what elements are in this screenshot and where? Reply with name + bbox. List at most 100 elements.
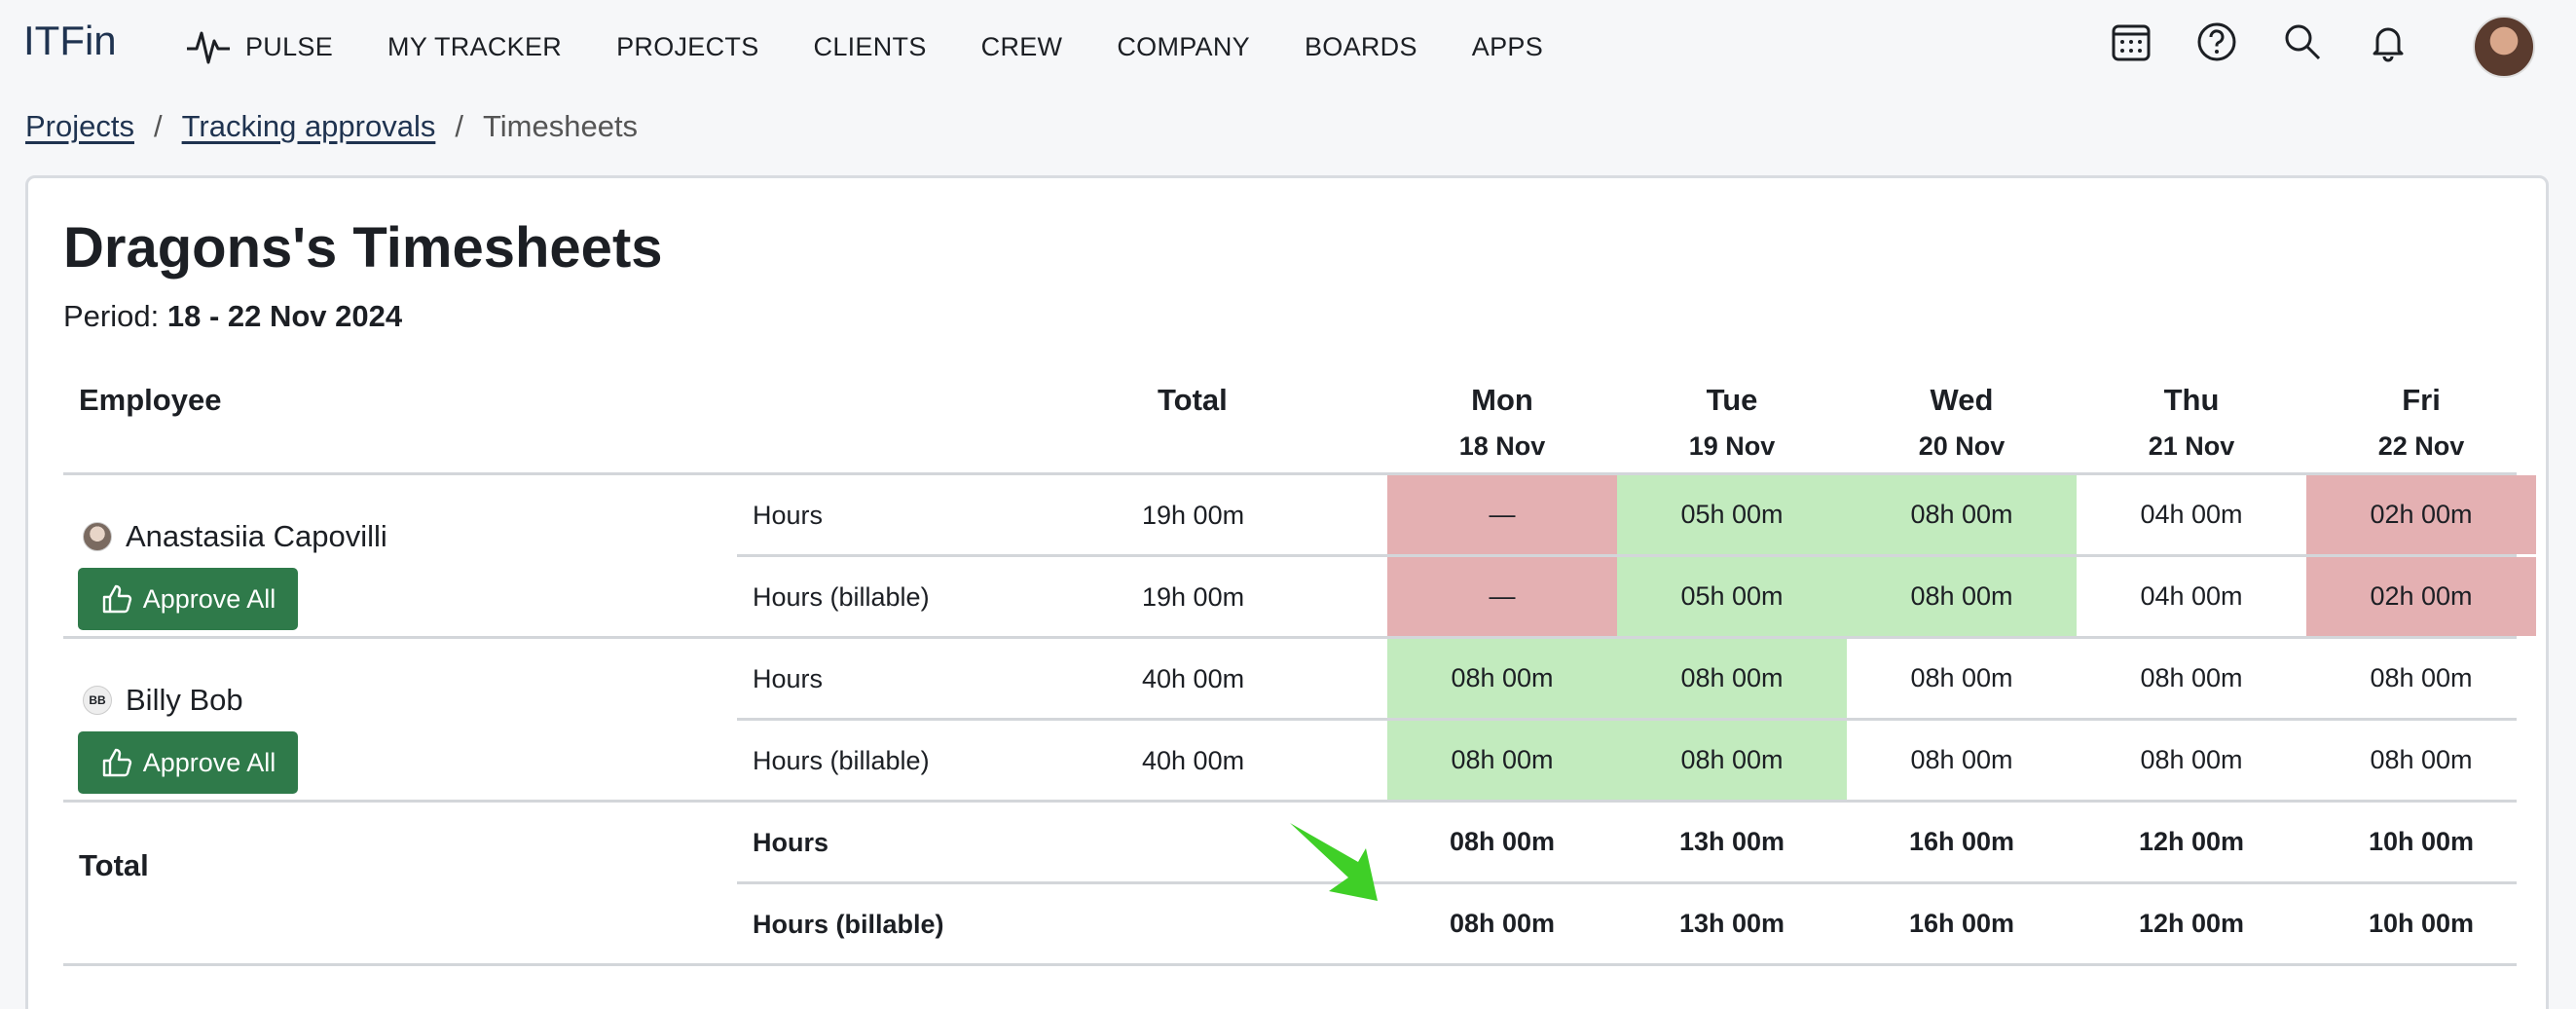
timesheet-cell[interactable]: 08h 00m xyxy=(1617,639,1847,718)
breadcrumb-projects[interactable]: Projects xyxy=(25,109,134,144)
nav-item-boards[interactable]: BOARDS xyxy=(1305,32,1417,62)
row-label: Hours xyxy=(753,664,824,693)
calendar-icon[interactable] xyxy=(2109,19,2153,64)
timesheet-cell[interactable]: 08h 00m xyxy=(2306,721,2536,800)
breadcrumb-separator: / xyxy=(455,109,463,143)
page-title: Dragons's Timesheets xyxy=(63,216,663,280)
header-day-wed: Wed 20 Nov xyxy=(1847,383,2077,462)
header-day-date: 22 Nov xyxy=(2377,431,2465,461)
header-day-name: Wed xyxy=(1930,383,1994,417)
employee-avatar xyxy=(83,522,112,551)
total-cell: 12h 00m xyxy=(2138,827,2245,856)
total-cell: 12h 00m xyxy=(2138,909,2245,938)
header-day-tue: Tue 19 Nov xyxy=(1617,383,1847,462)
row-label: Hours xyxy=(753,501,824,530)
header-day-date: 18 Nov xyxy=(1458,431,1546,461)
total-cell: 10h 00m xyxy=(2368,909,2475,938)
timesheet-cell[interactable]: 08h 00m xyxy=(1387,639,1617,718)
total-cell: 10h 00m xyxy=(2368,827,2475,856)
pulse-icon xyxy=(187,31,230,64)
total-cell: 08h 00m xyxy=(1449,827,1556,856)
timesheet-cell[interactable]: 08h 00m xyxy=(1387,721,1617,800)
period-value: 18 - 22 Nov 2024 xyxy=(166,299,403,333)
timesheet-cell[interactable]: 08h 00m xyxy=(1847,721,2077,800)
header-day-name: Thu xyxy=(2163,383,2220,417)
app-logo[interactable]: ITFin xyxy=(23,18,117,64)
timesheet-cell[interactable]: 04h 00m xyxy=(2077,475,2306,554)
approve-all-label: Approve All xyxy=(142,583,276,614)
nav-menu: PULSE MY TRACKER PROJECTS CLIENTS CREW C… xyxy=(185,27,1598,66)
employee-name[interactable]: BB Billy Bob xyxy=(83,683,243,718)
header-day-date: 20 Nov xyxy=(1918,431,2006,461)
breadcrumb: Projects / Tracking approvals / Timeshee… xyxy=(25,109,638,144)
timesheet-cell[interactable]: — xyxy=(1387,475,1617,554)
timesheet-cell[interactable]: 08h 00m xyxy=(1617,721,1847,800)
timesheet-cell[interactable]: 08h 00m xyxy=(2077,721,2306,800)
row-total: 19h 00m xyxy=(1142,582,1245,612)
timesheet-cell[interactable]: 08h 00m xyxy=(1847,639,2077,718)
approve-all-button[interactable]: Approve All xyxy=(78,568,298,630)
timesheet-cell[interactable]: 08h 00m xyxy=(2077,639,2306,718)
total-cell: 16h 00m xyxy=(1908,909,2015,938)
nav-label-pulse: PULSE xyxy=(245,31,334,61)
breadcrumb-tracking-approvals[interactable]: Tracking approvals xyxy=(182,109,436,144)
employee-name-text: Anastasiia Capovilli xyxy=(126,519,387,553)
breadcrumb-separator: / xyxy=(153,109,163,143)
user-avatar[interactable] xyxy=(2473,16,2535,78)
total-label: Total xyxy=(79,848,149,882)
header-total: Total xyxy=(1158,383,1228,417)
timesheet-cell[interactable]: 08h 00m xyxy=(2306,639,2536,718)
green-arrow-annotation xyxy=(1290,823,1378,901)
nav-item-crew[interactable]: CREW xyxy=(981,32,1063,62)
header-day-fri: Fri 22 Nov xyxy=(2306,383,2536,462)
nav-item-company[interactable]: COMPANY xyxy=(1117,32,1250,62)
nav-item-my-tracker[interactable]: MY TRACKER xyxy=(387,32,562,62)
nav-item-clients[interactable]: CLIENTS xyxy=(814,32,927,62)
timesheet-cell[interactable]: 08h 00m xyxy=(1847,557,2077,636)
breadcrumb-current: Timesheets xyxy=(482,109,639,143)
approve-all-label: Approve All xyxy=(142,747,276,777)
total-cell: 08h 00m xyxy=(1449,909,1556,938)
row-total: 40h 00m xyxy=(1142,746,1245,775)
row-label: Hours (billable) xyxy=(753,746,930,775)
timesheet-cell[interactable]: 08h 00m xyxy=(1847,475,2077,554)
header-day-date: 21 Nov xyxy=(2148,431,2235,461)
bell-icon[interactable] xyxy=(2366,19,2410,64)
row-total: 19h 00m xyxy=(1142,501,1245,530)
period: Period: 18 - 22 Nov 2024 xyxy=(63,299,402,334)
header-day-mon: Mon 18 Nov xyxy=(1387,383,1617,462)
total-cell: 13h 00m xyxy=(1678,909,1785,938)
total-row-label: Hours (billable) xyxy=(753,910,944,939)
header-day-name: Tue xyxy=(1706,383,1758,417)
timesheet-card: Dragons's Timesheets Period: 18 - 22 Nov… xyxy=(25,175,2549,1009)
timesheet-cell[interactable]: 02h 00m xyxy=(2306,557,2536,636)
header-day-thu: Thu 21 Nov xyxy=(2077,383,2306,462)
timesheet-cell[interactable]: 04h 00m xyxy=(2077,557,2306,636)
timesheet-cell[interactable]: 05h 00m xyxy=(1617,475,1847,554)
row-label: Hours (billable) xyxy=(753,582,930,612)
nav-item-apps[interactable]: APPS xyxy=(1472,32,1543,62)
search-icon[interactable] xyxy=(2280,19,2325,64)
approve-all-button[interactable]: Approve All xyxy=(78,731,298,794)
nav-item-projects[interactable]: PROJECTS xyxy=(616,32,758,62)
total-row-label: Hours xyxy=(753,828,829,857)
timesheet-cell[interactable]: 02h 00m xyxy=(2306,475,2536,554)
employee-avatar: BB xyxy=(83,686,112,715)
employee-name[interactable]: Anastasiia Capovilli xyxy=(83,519,387,554)
timesheet-cell[interactable]: — xyxy=(1387,557,1617,636)
timesheet-cell[interactable]: 05h 00m xyxy=(1617,557,1847,636)
header-day-date: 19 Nov xyxy=(1688,431,1776,461)
nav-item-pulse[interactable]: PULSE xyxy=(185,27,333,66)
nav-icons xyxy=(2109,19,2451,64)
thumbs-up-icon xyxy=(102,748,131,777)
header-day-name: Fri xyxy=(2402,383,2441,417)
help-icon[interactable] xyxy=(2194,19,2239,64)
employee-name-text: Billy Bob xyxy=(126,683,243,717)
header-day-name: Mon xyxy=(1471,383,1533,417)
thumbs-up-icon xyxy=(102,584,131,614)
row-divider xyxy=(63,963,2517,966)
top-navigation: ITFin PULSE MY TRACKER PROJECTS CLIENTS … xyxy=(0,0,2576,95)
row-total: 40h 00m xyxy=(1142,664,1245,693)
header-employee: Employee xyxy=(79,383,222,417)
period-label: Period: xyxy=(63,299,160,333)
